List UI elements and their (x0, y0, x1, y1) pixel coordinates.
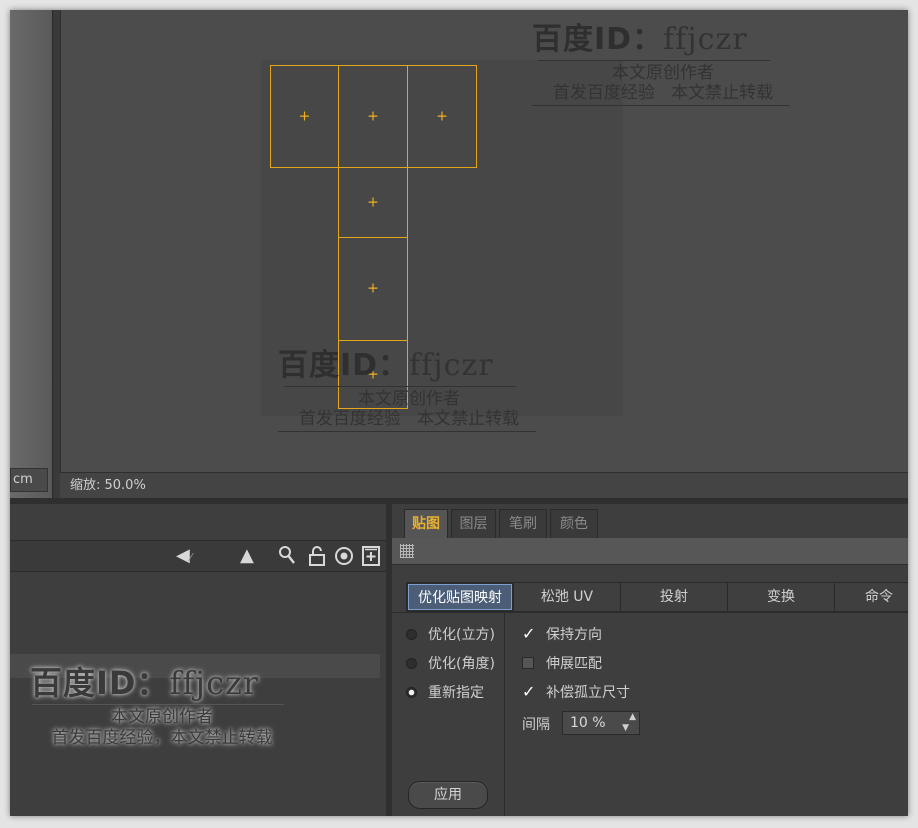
watermark-rule (532, 105, 790, 106)
uv-face[interactable]: + (338, 65, 408, 168)
lock-icon[interactable] (308, 545, 326, 573)
tab-transform[interactable]: 变换 (727, 582, 835, 612)
watermark: 百度ID：ffjczr 本文原创作者 首发百度经验，本文禁止转载 (22, 664, 302, 749)
watermark-line1: 本文原创作者 (111, 707, 213, 727)
options-area: 优化(立方) 优化(角度) 重新指定 ✓ 保持方向 伸展匹配 ✓ 补偿孤立尺寸 (392, 612, 908, 816)
uv-face[interactable]: + (270, 65, 339, 168)
watermark-line2: 首发百度经验，本文禁止转载 (51, 728, 273, 748)
arrow-up-icon[interactable]: ▲ (240, 545, 254, 567)
panel-tabs: 贴图 图层 笔刷 颜色 (392, 504, 908, 539)
lower-left-panel: ◀⁄ ▲ (10, 504, 386, 816)
spacing-input[interactable]: 10 % ▲ ▼ (562, 711, 640, 735)
watermark-title: 百度ID： (278, 348, 410, 383)
checkbox-stretch-to-fit[interactable]: 伸展匹配 (522, 654, 722, 674)
uv-face-center-icon: + (298, 108, 311, 125)
uv-face-center-icon: + (436, 108, 448, 125)
watermark-rule (32, 704, 284, 705)
unit-field[interactable]: cm (10, 468, 48, 492)
vertical-divider[interactable] (53, 10, 60, 498)
target-icon[interactable] (334, 545, 354, 573)
uv-face-center-icon: + (367, 280, 379, 297)
watermark-rule (538, 60, 770, 61)
watermark: 百度ID：ffjczr 本文原创作者 首发百度经验 本文禁止转载 (278, 348, 540, 434)
tab-brush[interactable]: 笔刷 (499, 509, 547, 539)
watermark-line2: 首发百度经验 本文禁止转载 (552, 83, 774, 103)
add-box-icon[interactable] (361, 545, 381, 573)
uv-command-panel: 贴图 图层 笔刷 颜色 优化贴图映射 松弛 UV 投射 变换 命令 优化(立方)… (392, 504, 908, 816)
watermark-line2: 首发百度经验 本文禁止转载 (298, 409, 520, 429)
spinner-arrows-icon[interactable]: ▲ ▼ (622, 712, 636, 734)
checkbox-box (522, 657, 534, 669)
apply-button[interactable]: 应用 (408, 781, 488, 809)
watermark-rule (284, 386, 516, 387)
watermark: 百度ID：ffjczr 本文原创作者 首发百度经验 本文禁止转载 (532, 22, 794, 108)
tab-layer[interactable]: 图层 (451, 509, 496, 539)
checkmark-icon: ✓ (522, 624, 536, 643)
radio-dot (406, 658, 417, 669)
checkbox-equalize-island-size[interactable]: ✓ 补偿孤立尺寸 (522, 683, 722, 703)
uv-face[interactable]: + (338, 237, 408, 341)
spacing-value: 10 % (570, 715, 606, 731)
lower-left-toolbar: ◀⁄ ▲ (10, 540, 386, 572)
command-tabs: 优化贴图映射 松弛 UV 投射 变换 命令 (392, 582, 908, 612)
app-window: cm + + + + + + 缩放: 50.0% ◀⁄ ▲ 贴图 图层 笔刷 颜… (10, 10, 908, 816)
tab-projection[interactable]: 投射 (620, 582, 728, 612)
tab-optimal-mapping[interactable]: 优化贴图映射 (406, 582, 514, 612)
watermark-id: ffjczr (169, 664, 260, 702)
watermark-id: ffjczr (663, 22, 748, 57)
tab-color[interactable]: 颜色 (550, 509, 598, 539)
watermark-line1: 本文原创作者 (358, 389, 460, 409)
spacing-label: 间隔 (522, 717, 550, 733)
watermark-title: 百度ID： (532, 22, 664, 57)
tab-texture[interactable]: 贴图 (404, 509, 448, 539)
radio-dot (406, 629, 417, 640)
radio-dot-selected (406, 687, 417, 698)
watermark-title: 百度ID： (30, 664, 170, 702)
grid-icon[interactable] (400, 544, 414, 558)
arrow-left-icon[interactable]: ◀⁄ (176, 545, 192, 569)
checkbox-preserve-orientation[interactable]: ✓ 保持方向 (522, 625, 722, 645)
magnifier-icon[interactable] (278, 545, 296, 571)
tab-relax-uv[interactable]: 松弛 UV (513, 582, 621, 612)
left-viewport-strip: cm (10, 10, 53, 498)
tab-commands[interactable]: 命令 (834, 582, 908, 612)
uv-face[interactable]: + (407, 65, 477, 168)
zoom-status: 缩放: 50.0% (60, 472, 908, 499)
watermark-id: ffjczr (409, 348, 494, 383)
uv-face-center-icon: + (367, 108, 379, 125)
watermark-rule (278, 431, 536, 432)
uv-face[interactable]: + (338, 167, 408, 238)
uv-face-center-icon: + (367, 194, 379, 211)
watermark-line1: 本文原创作者 (612, 63, 714, 83)
checkmark-icon: ✓ (522, 682, 536, 701)
panel-header-strip (392, 538, 908, 565)
